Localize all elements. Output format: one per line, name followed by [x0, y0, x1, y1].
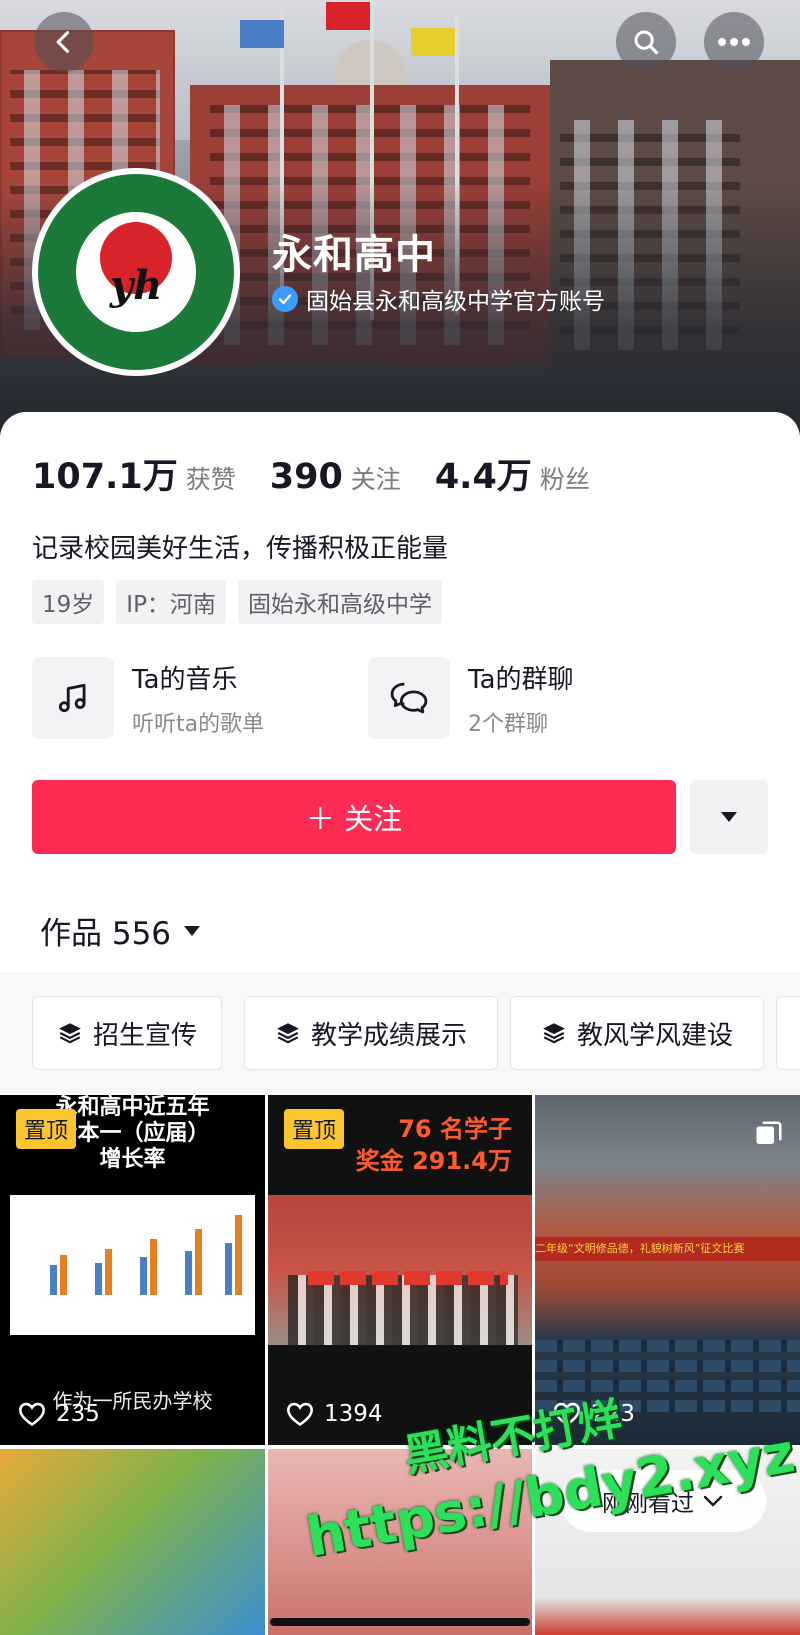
more-button[interactable] — [704, 12, 764, 72]
video-tile[interactable] — [0, 1449, 265, 1635]
ellipsis-icon — [718, 38, 750, 46]
avatar[interactable]: yh — [32, 168, 240, 376]
pinned-badge: 置顶 — [284, 1109, 345, 1149]
flag-red — [326, 2, 370, 30]
collection-teaching-style[interactable]: 教风学风建设 — [510, 996, 764, 1070]
group-chat-entry[interactable]: Ta的群聊 2个群聊 — [368, 657, 574, 739]
followers-count[interactable]: 4.4万 — [435, 448, 532, 499]
triangle-down-icon — [184, 925, 201, 936]
flag-yellow — [411, 28, 455, 56]
music-entry[interactable]: Ta的音乐 听听ta的歌单 — [32, 657, 264, 739]
heart-icon — [287, 1402, 313, 1427]
layers-icon — [543, 1023, 565, 1044]
verified-check-icon — [272, 286, 298, 312]
collection-label: 教风学风建设 — [576, 1020, 733, 1051]
video-likes: 235 — [18, 1401, 100, 1427]
music-title: Ta的音乐 — [132, 664, 238, 695]
music-note-icon — [32, 657, 114, 739]
likes-count: 1394 — [324, 1401, 383, 1427]
layers-icon — [277, 1023, 299, 1044]
collection-label: 招生宣传 — [92, 1020, 197, 1051]
likes-count: 235 — [56, 1401, 100, 1427]
age-tag: 19岁 — [32, 580, 105, 624]
emblem-monogram: yh — [109, 261, 163, 309]
pinned-badge: 置顶 — [16, 1109, 77, 1149]
group-chat-subtitle: 2个群聊 — [468, 711, 548, 737]
avatar-school-emblem: yh — [38, 174, 234, 370]
works-tab[interactable]: 作品 556 — [40, 908, 201, 953]
group-chat-title: Ta的群聊 — [468, 664, 574, 695]
triangle-down-icon — [721, 812, 737, 822]
back-button[interactable] — [34, 12, 94, 72]
following-count[interactable]: 390 — [270, 457, 343, 497]
video-likes: 1394 — [286, 1401, 383, 1427]
multi-image-icon — [756, 1121, 782, 1144]
following-label: 关注 — [350, 465, 401, 494]
follow-button[interactable]: ＋ 关注 — [32, 780, 676, 854]
video-tile[interactable]: 永和高中近五年 考本一（应届） 增长率 作为一所民办学校 置顶 235 — [0, 1095, 265, 1445]
profile-tags: 19岁 IP：河南 固始永和高级中学 — [32, 580, 454, 624]
likes-count[interactable]: 107.1万 — [32, 448, 178, 499]
collection-admissions[interactable]: 招生宣传 — [32, 996, 222, 1070]
heart-icon — [19, 1402, 45, 1427]
collection-teaching-results[interactable]: 教学成绩展示 — [244, 996, 498, 1070]
music-subtitle: 听听ta的歌单 — [132, 711, 265, 737]
profile-stats: 107.1万 获赞 390 关注 4.4万 粉丝 — [32, 448, 624, 499]
avatar-emblem-center: yh — [76, 212, 196, 332]
video-thumbnail-chart — [10, 1195, 255, 1335]
verified-text: 固始县永和高级中学官方账号 — [306, 289, 605, 315]
profile-bio: 记录校园美好生活，传播积极正能量 — [32, 534, 449, 564]
flag-blue — [240, 20, 284, 48]
follow-options-button[interactable] — [690, 780, 768, 854]
video-thumbnail-photo — [268, 1195, 532, 1345]
video-tile[interactable]: 76 名学子 奖金 291.4万 置顶 1394 — [268, 1095, 532, 1445]
likes-label: 获赞 — [185, 465, 236, 494]
layers-icon — [59, 1023, 81, 1044]
chat-bubbles-icon — [368, 657, 450, 739]
chevron-left-icon — [56, 31, 70, 53]
home-indicator[interactable] — [270, 1618, 530, 1626]
search-button[interactable] — [616, 12, 676, 72]
works-label: 作品 556 — [40, 916, 172, 952]
school-tag[interactable]: 固始永和高级中学 — [237, 580, 442, 624]
hall-seats — [535, 1340, 800, 1352]
search-icon — [634, 30, 659, 55]
ip-location-tag: IP：河南 — [116, 580, 226, 624]
verified-badge: 固始县永和高级中学官方账号 — [272, 282, 605, 316]
profile-name: 永和高中 — [272, 232, 436, 278]
video-banner-text: 二年级“文明修品德，礼貌树新风”征文比赛 — [535, 1237, 800, 1261]
collection-label: 教学成绩展示 — [310, 1020, 467, 1051]
collection-more[interactable] — [776, 996, 800, 1070]
followers-label: 粉丝 — [539, 465, 590, 494]
